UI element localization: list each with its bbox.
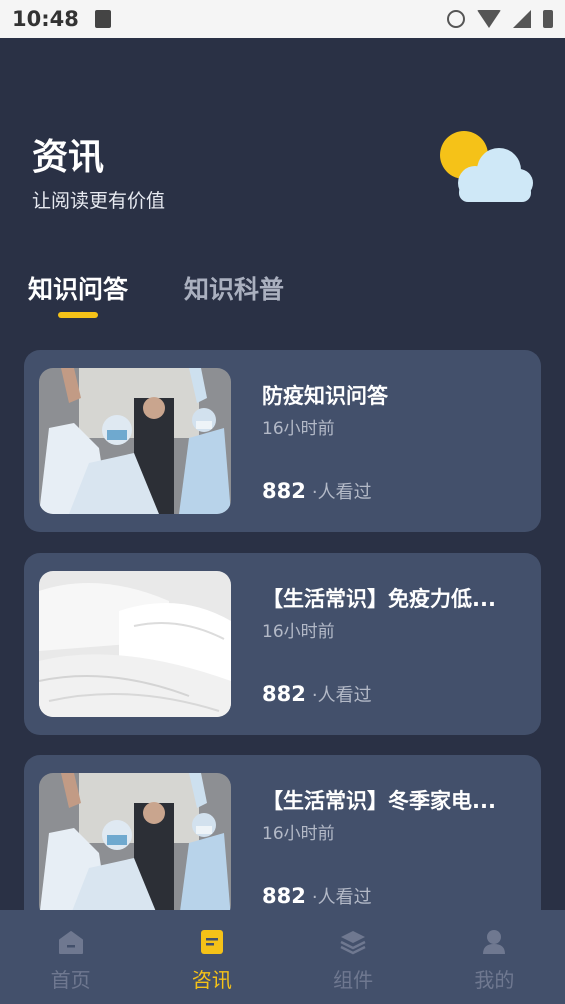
signal-icon <box>513 10 531 28</box>
news-icon <box>200 930 223 954</box>
tab-label: 知识科普 <box>184 275 285 304</box>
article-image <box>39 571 231 717</box>
status-icons <box>447 10 553 28</box>
nav-item-news[interactable]: 咨讯 <box>141 910 282 1004</box>
tab-bar: 知识问答 知识科普 <box>28 270 284 318</box>
views-label: ·人看过 <box>311 685 372 706</box>
views-count: 882 <box>262 884 306 908</box>
partly-cloudy-icon <box>440 131 533 202</box>
nav-label: 首页 <box>50 968 91 992</box>
medical-workers-image <box>39 368 231 514</box>
views-label: ·人看过 <box>311 887 372 908</box>
nav-item-components[interactable]: 组件 <box>283 910 424 1004</box>
article-time: 16小时前 <box>262 824 335 844</box>
views-count: 882 <box>262 479 306 503</box>
article-views: 882 ·人看过 <box>262 883 372 909</box>
status-bar: 10:48 <box>0 0 565 38</box>
notification-icon <box>94 10 111 28</box>
page-title: 资讯 <box>32 137 105 178</box>
battery-icon <box>543 10 553 28</box>
article-title: 防疫知识问答 <box>262 384 388 408</box>
article-image <box>39 368 231 514</box>
nav-label: 我的 <box>474 968 515 992</box>
medical-workers-image <box>39 773 231 919</box>
nav-item-home[interactable]: 首页 <box>0 910 141 1004</box>
bed-pillows-image <box>39 571 231 717</box>
tab-knowledge-science[interactable]: 知识科普 <box>184 270 284 306</box>
bottom-nav: 首页 咨讯 组件 我的 <box>0 910 565 1004</box>
tab-label: 知识问答 <box>28 275 129 304</box>
tab-knowledge-qa[interactable]: 知识问答 <box>28 270 129 318</box>
layers-icon <box>340 931 366 955</box>
article-image <box>39 773 231 919</box>
article-time: 16小时前 <box>262 622 335 642</box>
article-views: 882 ·人看过 <box>262 681 372 707</box>
active-tab-indicator <box>58 312 98 318</box>
article-card[interactable]: 防疫知识问答 16小时前 882 ·人看过 <box>24 350 541 532</box>
status-time: 10:48 <box>12 7 79 31</box>
article-title: 【生活常识】免疫力低... <box>262 587 496 611</box>
views-label: ·人看过 <box>311 482 372 503</box>
dnd-icon <box>447 10 465 28</box>
article-time: 16小时前 <box>262 419 335 439</box>
user-icon <box>483 930 506 954</box>
nav-item-profile[interactable]: 我的 <box>424 910 565 1004</box>
article-title: 【生活常识】冬季家电... <box>262 789 496 813</box>
views-count: 882 <box>262 682 306 706</box>
home-icon <box>58 931 83 954</box>
nav-label: 咨讯 <box>191 968 232 992</box>
nav-label: 组件 <box>333 968 374 992</box>
article-card[interactable]: 【生活常识】免疫力低... 16小时前 882 ·人看过 <box>24 553 541 735</box>
wifi-icon <box>477 10 501 28</box>
page-subtitle: 让阅读更有价值 <box>32 190 166 212</box>
article-views: 882 ·人看过 <box>262 478 372 504</box>
